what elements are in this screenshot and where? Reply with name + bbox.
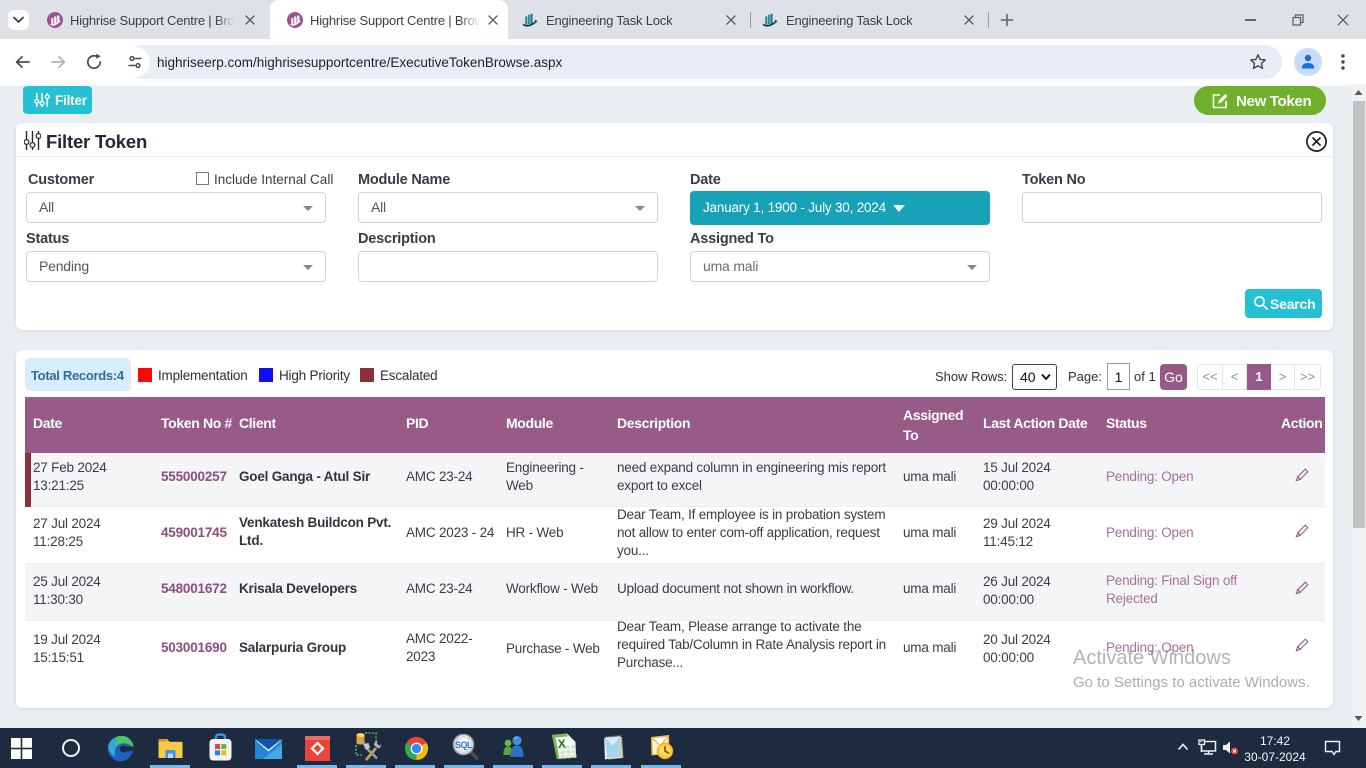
svg-text:X: X xyxy=(557,737,566,751)
svg-text:SQL: SQL xyxy=(455,740,473,750)
